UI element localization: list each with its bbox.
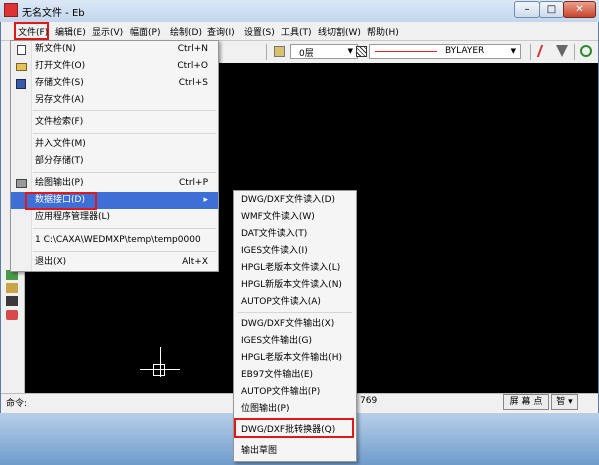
- menu-separator: [33, 251, 216, 252]
- menu-file[interactable]: 文件(F): [18, 25, 48, 38]
- coordinate-readout: 769: [360, 396, 378, 406]
- menu-item-merge-file[interactable]: 并入文件(M): [11, 136, 218, 153]
- snap-mode-button[interactable]: 屏 幕 点: [503, 394, 549, 410]
- toolbar-separator: [530, 44, 531, 60]
- new-file-icon: [17, 45, 26, 55]
- crosshair-pickbox: [153, 364, 165, 376]
- menu-help[interactable]: 帮助(H): [367, 25, 399, 38]
- menu-item-open-file[interactable]: 打开文件(O) Ctrl+O: [11, 58, 218, 75]
- menu-separator: [33, 228, 216, 229]
- menu-settings[interactable]: 设置(S): [244, 25, 275, 38]
- batch-converter-highlight: [234, 418, 354, 438]
- layer-combo[interactable]: 0层 ▼: [290, 44, 358, 59]
- chevron-right-icon: ▸: [203, 195, 208, 205]
- menu-item-partial-save[interactable]: 部分存储(T): [11, 153, 218, 170]
- linetype-value: BYLAYER: [445, 46, 485, 56]
- chevron-down-icon[interactable]: ▼: [511, 47, 516, 55]
- menu-item-exit[interactable]: 退出(X) Alt+X: [11, 254, 218, 271]
- data-interface-highlight: [25, 192, 97, 210]
- menu-separator: [33, 133, 216, 134]
- submenu-item-bitmap-export[interactable]: 位图输出(P): [234, 400, 356, 419]
- tool-icon[interactable]: [6, 296, 18, 306]
- help-icon[interactable]: [6, 310, 18, 320]
- menu-item-save-file[interactable]: 存储文件(S) Ctrl+S: [11, 75, 218, 92]
- menu-separator: [33, 172, 216, 173]
- command-prompt: 命令:: [6, 399, 28, 409]
- printer-icon: [16, 179, 27, 188]
- menu-draw[interactable]: 绘制(D): [170, 25, 202, 38]
- line-color-swatch: [375, 51, 437, 52]
- window-title: 无名文件 - Eb: [22, 8, 85, 19]
- layer-value: 0层: [299, 49, 314, 59]
- menu-wire-cut[interactable]: 线切割(W): [318, 25, 361, 38]
- app-icon[interactable]: [4, 3, 18, 17]
- title-bar[interactable]: [0, 0, 599, 22]
- save-icon: [16, 79, 26, 89]
- toolbar-separator: [266, 44, 267, 60]
- minimize-button[interactable]: –: [514, 1, 540, 18]
- tool-icon[interactable]: [6, 283, 18, 293]
- toolbar-separator: [574, 44, 575, 60]
- menu-item-plot[interactable]: 绘图输出(P) Ctrl+P: [11, 175, 218, 192]
- smart-mode-button[interactable]: 智 ▾: [551, 394, 578, 410]
- menu-item-save-as[interactable]: 另存文件(A): [11, 92, 218, 109]
- menu-separator: [238, 312, 352, 313]
- layer-icon[interactable]: [274, 46, 285, 57]
- menu-tools[interactable]: 工具(T): [281, 25, 312, 38]
- menu-query[interactable]: 查询(I): [207, 25, 235, 38]
- refresh-icon[interactable]: [580, 45, 592, 57]
- open-folder-icon: [16, 63, 27, 71]
- menu-item-app-manager[interactable]: 应用程序管理器(L): [11, 209, 218, 226]
- menu-sheet[interactable]: 幅面(P): [130, 25, 160, 38]
- menu-separator: [33, 110, 216, 111]
- chevron-down-icon[interactable]: ▼: [348, 47, 353, 55]
- menu-edit[interactable]: 编辑(E): [55, 25, 86, 38]
- close-button[interactable]: ✕: [563, 1, 596, 18]
- funnel-icon[interactable]: [556, 45, 568, 57]
- menu-view[interactable]: 显示(V): [92, 25, 123, 38]
- menu-item-recent-file[interactable]: 1 C:\CAXA\WEDMXP\temp\temp0000: [11, 232, 218, 249]
- submenu-item-export-sketch[interactable]: 输出草图: [234, 442, 356, 461]
- linetype-icon[interactable]: [356, 46, 367, 57]
- menu-item-new-file[interactable]: 新文件(N) Ctrl+N: [11, 41, 218, 58]
- maximize-button[interactable]: □: [539, 1, 564, 18]
- menu-item-file-search[interactable]: 文件检索(F): [11, 114, 218, 131]
- submenu-item-autop-import[interactable]: AUTOP文件读入(A): [234, 293, 356, 312]
